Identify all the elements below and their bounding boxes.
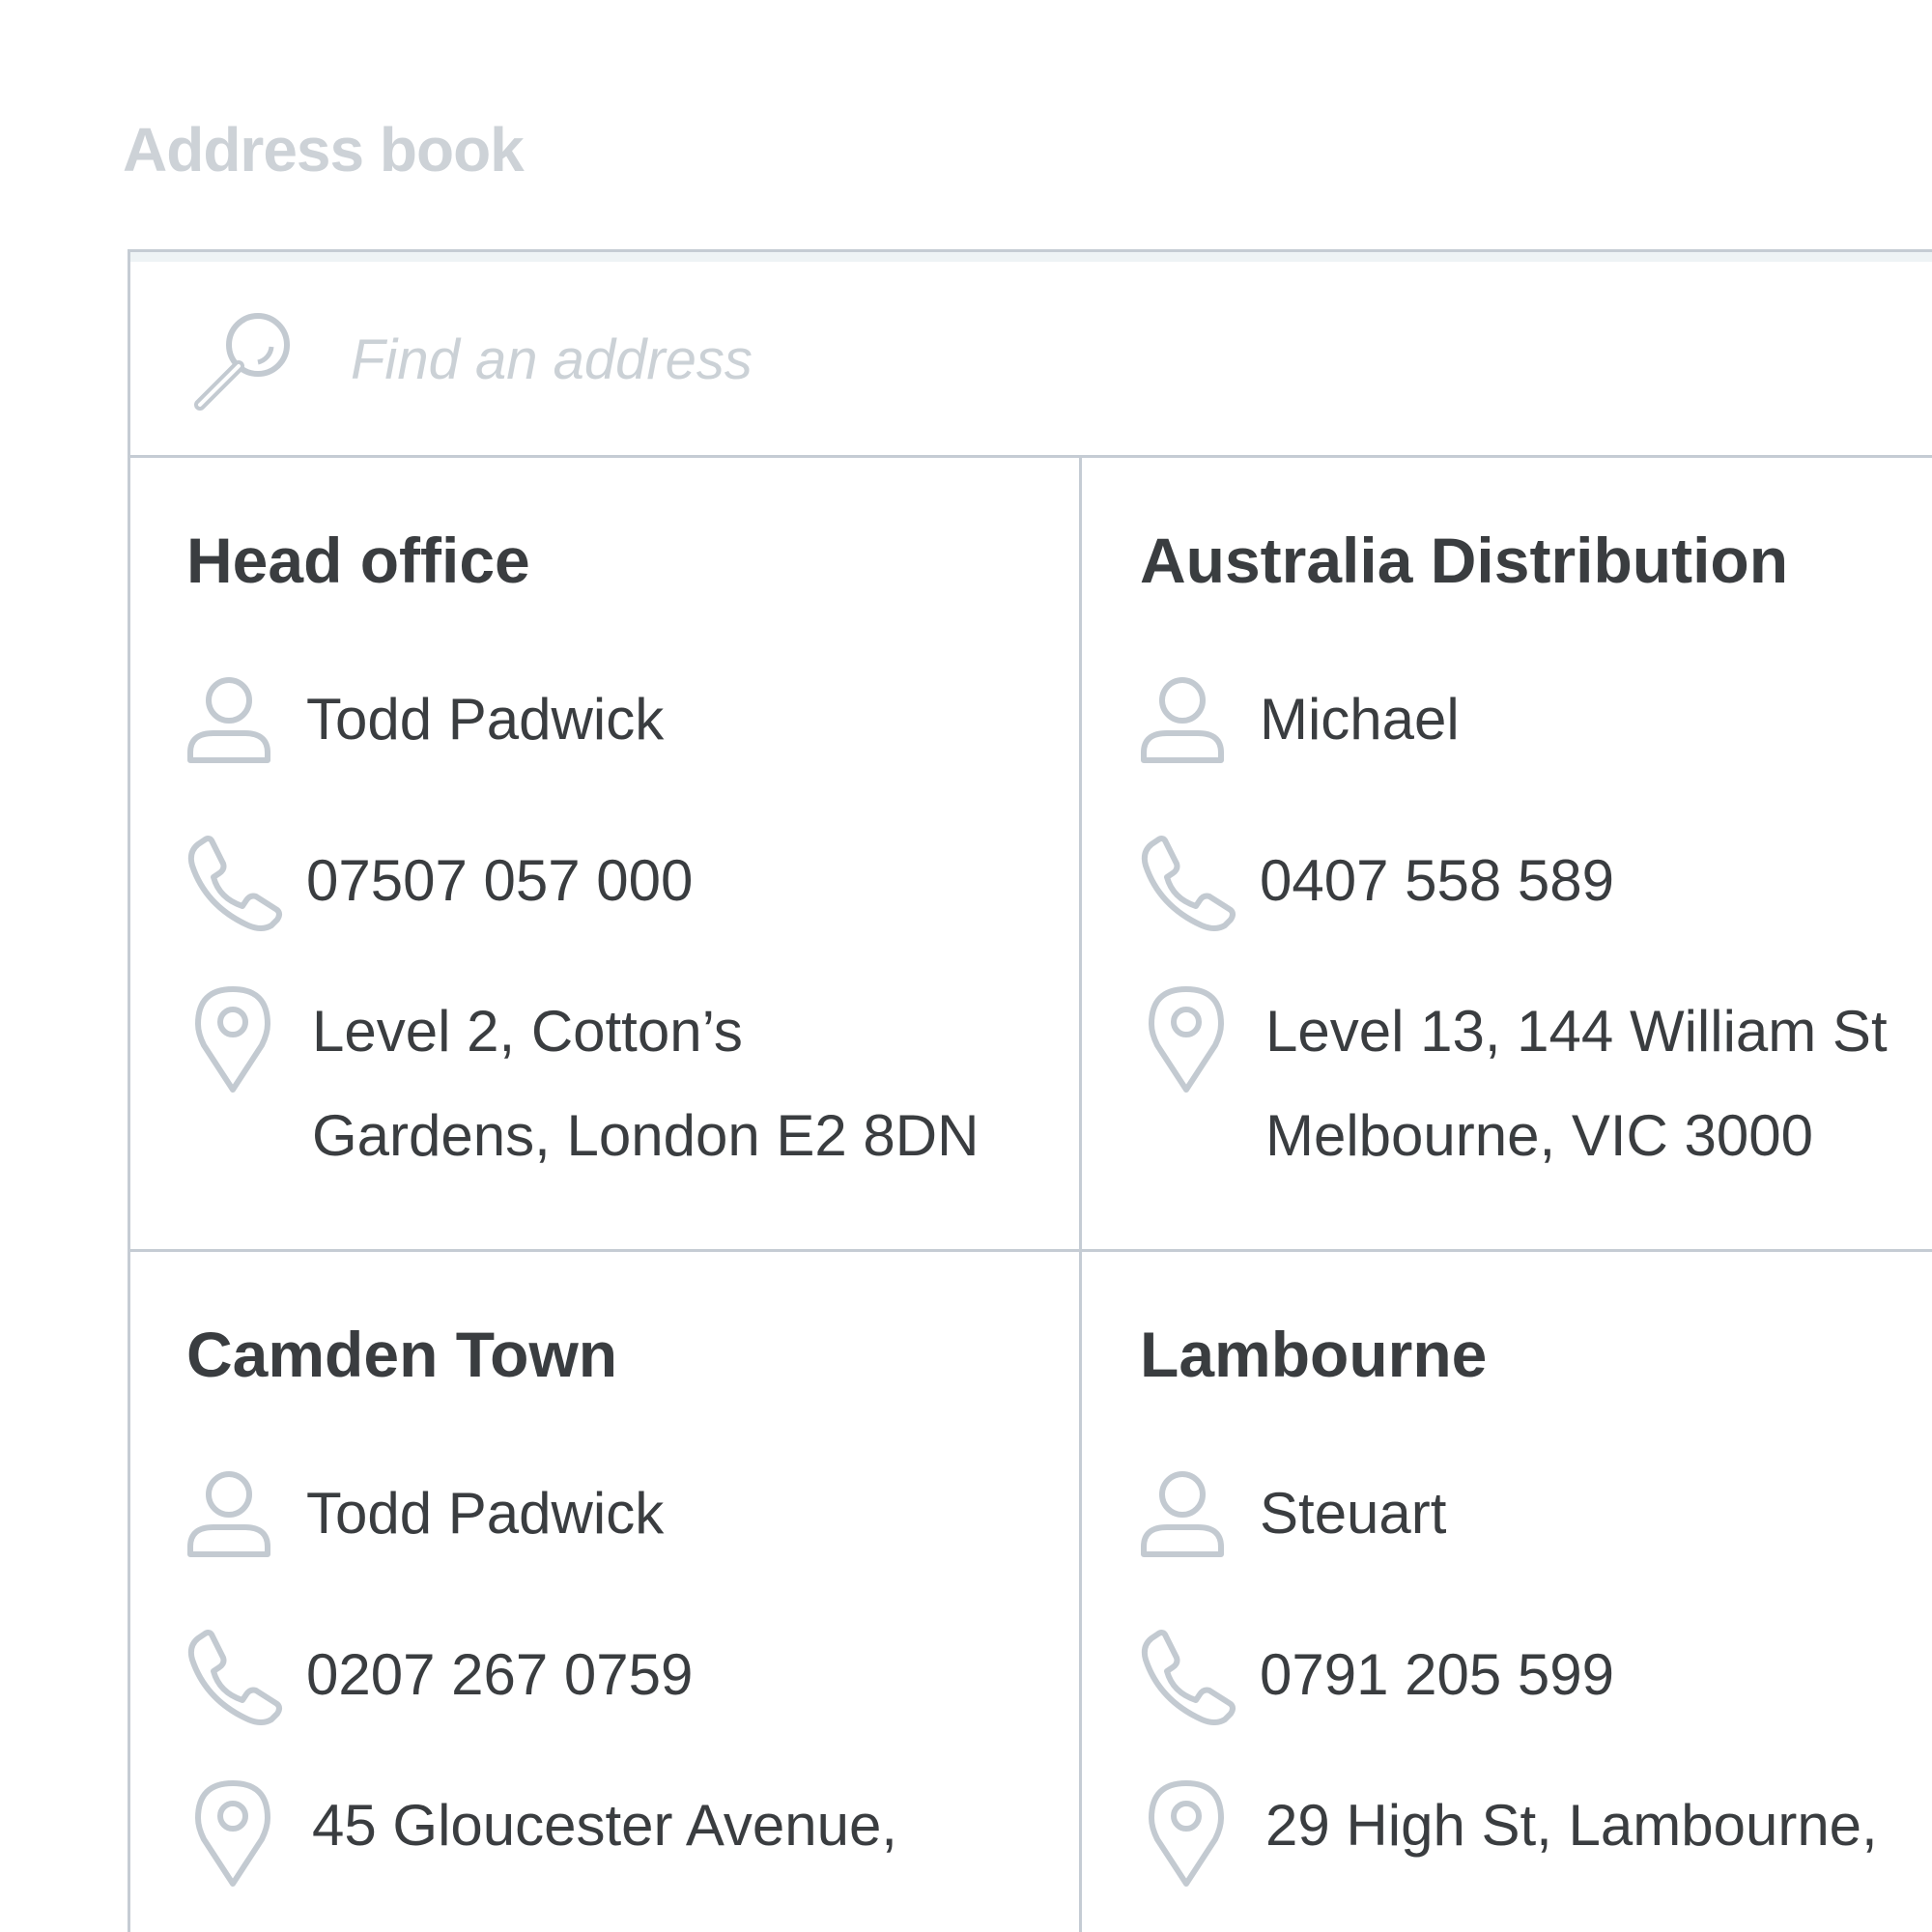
contact-name: Michael [1260,687,1460,752]
address-line: Melbourne, VIC 3000 [1265,1103,1814,1168]
address-text: 45 Gloucester Avenue, [312,1774,1079,1878]
contact-name: Todd Padwick [306,1481,665,1546]
phone-number[interactable]: 0791 205 599 [1260,1623,1614,1727]
phone-number[interactable]: 0407 558 589 [1260,829,1614,933]
phone-icon [187,1630,282,1725]
address-name: Camden Town [186,1319,618,1390]
address-line: Level 2, Cotton’s [312,999,743,1064]
address-name: Head office [186,525,530,596]
address-name: Lambourne [1140,1319,1488,1390]
location-pin-icon [195,986,270,1093]
address-name: Australia Distribution [1140,525,1789,596]
address-text: Level 2, Cotton’s Gardens, London E2 8DN [312,980,1079,1188]
person-icon [187,1471,270,1557]
address-card[interactable]: Lambourne Steuart 0791 205 599 29 High S… [1082,1252,1932,1932]
address-text: 29 High St, Lambourne, [1265,1774,1932,1878]
page-title: Address book [123,115,525,185]
address-card[interactable]: Australia Distribution Michael 0407 558 … [1082,458,1932,1252]
person-icon [187,677,270,763]
phone-number[interactable]: 0207 267 0759 [306,1623,693,1727]
phone-icon [187,836,282,931]
address-line: 45 Gloucester Avenue, [312,1793,897,1858]
person-icon [1141,1471,1224,1557]
location-pin-icon [1149,986,1224,1093]
phone-icon [1141,1630,1236,1725]
address-line: 29 High St, Lambourne, [1265,1793,1878,1858]
address-grid: Head office Todd Padwick 07507 057 000 L… [130,458,1932,1932]
address-line: Level 13, 144 William St [1265,999,1888,1064]
location-pin-icon [195,1780,270,1887]
phone-icon [1141,836,1236,931]
search-icon [194,313,290,411]
location-pin-icon [1149,1780,1224,1887]
phone-number[interactable]: 07507 057 000 [306,829,693,933]
address-card[interactable]: Camden Town Todd Padwick 0207 267 0759 4… [130,1252,1082,1932]
person-icon [1141,677,1224,763]
contact-name: Steuart [1260,1481,1447,1546]
address-text: Level 13, 144 William St Melbourne, VIC … [1265,980,1932,1188]
address-line: Gardens, London E2 8DN [312,1103,980,1168]
address-book-panel: Head office Todd Padwick 07507 057 000 [128,249,1932,1932]
address-card[interactable]: Head office Todd Padwick 07507 057 000 L… [130,458,1082,1252]
search-bar [130,252,1932,458]
search-input[interactable] [351,316,1703,403]
contact-name: Todd Padwick [306,687,665,752]
